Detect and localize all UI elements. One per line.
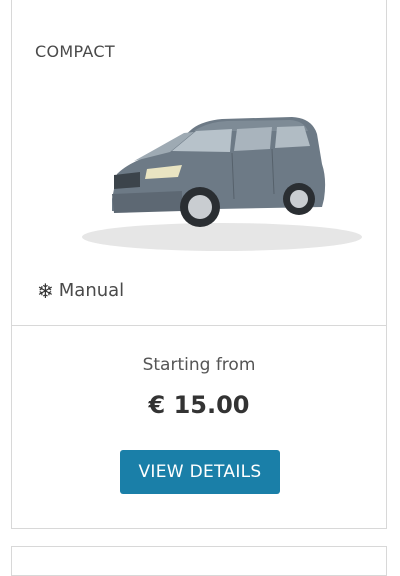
car-card: COMPACT ❄ Manual Starting from € 15.00 V… [11, 0, 387, 529]
starting-from-label: Starting from [142, 355, 256, 375]
transmission-feature: ❄ Manual [37, 280, 124, 301]
view-details-button[interactable]: VIEW DETAILS [120, 450, 280, 494]
card-divider [12, 325, 386, 326]
price-value: € 15.00 [148, 391, 250, 419]
car-category: COMPACT [35, 42, 115, 61]
transmission-label: Manual [58, 280, 125, 301]
snowflake-icon: ❄ [37, 278, 54, 303]
car-image [82, 117, 362, 251]
